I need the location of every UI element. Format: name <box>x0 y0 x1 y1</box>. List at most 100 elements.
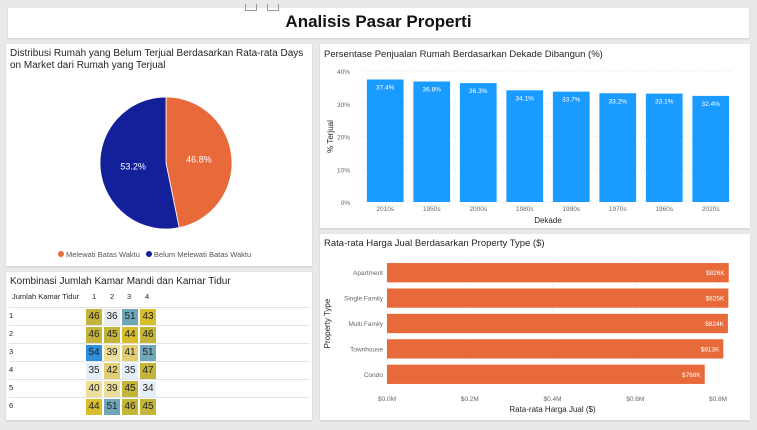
matrix-cell[interactable]: 51 <box>140 345 156 361</box>
matrix-cell[interactable]: 46 <box>86 309 102 325</box>
hbar-Multi Family[interactable] <box>387 313 728 334</box>
matrix-cell[interactable]: 45 <box>122 381 138 397</box>
bar-xtick-label: 1990s <box>562 206 580 213</box>
hbar-category-label: Single Family <box>344 296 384 303</box>
matrix-cell[interactable]: 40 <box>86 381 102 397</box>
bar-chart-title: Persentase Penjualan Rumah Berdasarkan D… <box>324 49 603 60</box>
bar-ytick-label: 10% <box>337 167 350 174</box>
legend-item-belum[interactable]: Belum Melewati Batas Waktu <box>145 250 251 259</box>
matrix-row[interactable]: 4 35 42 35 47 <box>9 361 309 380</box>
bar-data-label: 37.4% <box>376 85 395 92</box>
matrix-row-label: 5 <box>9 383 14 392</box>
matrix-cell[interactable]: 54 <box>86 345 102 361</box>
bar-2020s[interactable] <box>692 95 730 202</box>
matrix-cell[interactable]: 34 <box>140 381 156 397</box>
matrix-cell[interactable]: 45 <box>140 399 156 415</box>
hbar-xtick-label: $0.8M <box>709 396 727 403</box>
hbar-category-label: Multi Family <box>348 321 383 328</box>
bar-data-label: 36.8% <box>423 86 442 93</box>
visual-header-icons <box>245 4 279 11</box>
hbar-data-label: $813K <box>701 346 720 353</box>
bar-ylabel: % Terjual <box>326 120 335 153</box>
matrix-col-header-3: 3 <box>127 292 132 301</box>
bar-data-label: 36.3% <box>469 88 488 95</box>
matrix-cell[interactable]: 44 <box>122 327 138 343</box>
pin-icon[interactable] <box>245 4 257 11</box>
hbar-xtick-label: $0.2M <box>461 396 479 403</box>
property-type-bar-chart[interactable]: Rata-rata Harga Jual Berdasarkan Propert… <box>320 234 750 420</box>
bar-xtick-label: 2020s <box>702 206 720 213</box>
page-title: Analisis Pasar Properti <box>285 12 472 31</box>
pie-data-label-0: 46.8% <box>186 155 212 165</box>
hbar-chart-title: Rata-rata Harga Jual Berdasarkan Propert… <box>324 238 545 249</box>
bar-data-label: 33.2% <box>609 98 628 105</box>
matrix-row-label: 2 <box>9 329 14 338</box>
pie-legend: Melewati Batas Waktu Belum Melewati Bata… <box>58 250 251 259</box>
matrix-corner-header: Jumlah Kamar Tidur <box>12 292 80 301</box>
matrix-row[interactable]: 2 46 45 44 46 <box>9 325 309 344</box>
matrix-cell[interactable]: 39 <box>104 345 120 361</box>
decade-bar-chart-visual[interactable]: Persentase Penjualan Rumah Berdasarkan D… <box>320 44 750 228</box>
pie-chart-visual[interactable]: Distribusi Rumah yang Belum Terjual Berd… <box>6 44 312 266</box>
matrix-cell[interactable]: 35 <box>86 363 102 379</box>
hbar-Single Family[interactable] <box>387 288 729 308</box>
matrix-cell[interactable]: 51 <box>104 399 120 415</box>
pie-chart[interactable]: 46.8% 53.2% <box>6 44 312 266</box>
bar-1990s[interactable] <box>552 91 590 202</box>
matrix-cell[interactable]: 39 <box>104 381 120 397</box>
hbar-Townhouse[interactable] <box>387 339 724 359</box>
bar-1950s[interactable] <box>413 81 451 202</box>
matrix-row[interactable]: 3 54 39 41 51 <box>9 343 309 362</box>
matrix-cell[interactable]: 35 <box>122 363 138 379</box>
bar-1970s[interactable] <box>599 93 637 202</box>
bar-2010s[interactable] <box>366 79 404 202</box>
title-bar: Analisis Pasar Properti <box>8 4 749 38</box>
bar-1960s[interactable] <box>645 93 683 202</box>
matrix-cell[interactable]: 44 <box>86 399 102 415</box>
matrix-row-label: 3 <box>9 347 14 356</box>
focus-mode-icon[interactable] <box>267 4 279 11</box>
hbar-Condo[interactable] <box>387 364 705 384</box>
matrix-visual[interactable]: Kombinasi Jumlah Kamar Mandi dan Kamar T… <box>6 272 312 420</box>
bar-xtick-label: 1960s <box>655 206 673 213</box>
hbar-xtick-label: $0.6M <box>626 396 644 403</box>
bar-data-label: 33.7% <box>562 97 581 104</box>
bar-data-label: 32.4% <box>702 101 721 108</box>
matrix-cell[interactable]: 46 <box>86 327 102 343</box>
bar-xtick-label: 1980s <box>516 206 534 213</box>
hbar-data-label: $768K <box>682 372 701 379</box>
hbar-xlabel: Rata-rata Harga Jual ($) <box>509 405 596 414</box>
matrix-row[interactable]: 6 44 51 46 45 <box>9 397 309 416</box>
decade-bar-chart[interactable]: Persentase Penjualan Rumah Berdasarkan D… <box>320 44 750 228</box>
hbar-data-label: $824K <box>705 321 724 328</box>
property-type-bar-chart-visual[interactable]: Rata-rata Harga Jual Berdasarkan Propert… <box>320 234 750 420</box>
bar-1980s[interactable] <box>506 90 544 202</box>
hbar-Apartment[interactable] <box>387 263 729 283</box>
matrix-cell[interactable]: 45 <box>104 327 120 343</box>
pie-data-label-1: 53.2% <box>120 161 146 171</box>
matrix-row[interactable]: 5 40 39 45 34 <box>9 379 309 398</box>
bar-xtick-label: 1950s <box>423 206 441 213</box>
matrix-cell[interactable]: 42 <box>104 363 120 379</box>
bar-ytick-label: 30% <box>337 102 350 109</box>
matrix-cell[interactable]: 51 <box>122 309 138 325</box>
matrix-col-header-4: 4 <box>145 292 150 301</box>
matrix-cell[interactable]: 41 <box>122 345 138 361</box>
hbar-ylabel: Property Type <box>323 298 332 348</box>
matrix-row-label: 4 <box>9 365 14 374</box>
matrix-cell[interactable]: 36 <box>104 309 120 325</box>
legend-item-melewati[interactable]: Melewati Batas Waktu <box>58 250 140 259</box>
bar-data-label: 33.1% <box>655 99 674 106</box>
hbar-category-label: Apartment <box>353 270 383 277</box>
matrix-row-label: 6 <box>9 401 14 410</box>
matrix-cell[interactable]: 43 <box>140 309 156 325</box>
matrix-cell[interactable]: 46 <box>122 399 138 415</box>
hbar-category-label: Condo <box>364 372 384 379</box>
matrix-row[interactable]: 1 46 36 51 43 <box>9 307 309 326</box>
bar-2000s[interactable] <box>459 83 497 202</box>
matrix-cell[interactable]: 46 <box>140 327 156 343</box>
matrix-col-header-2: 2 <box>110 292 115 301</box>
matrix-cell[interactable]: 47 <box>140 363 156 379</box>
bar-xtick-label: 2010s <box>376 206 394 213</box>
matrix-row-label: 1 <box>9 311 14 320</box>
